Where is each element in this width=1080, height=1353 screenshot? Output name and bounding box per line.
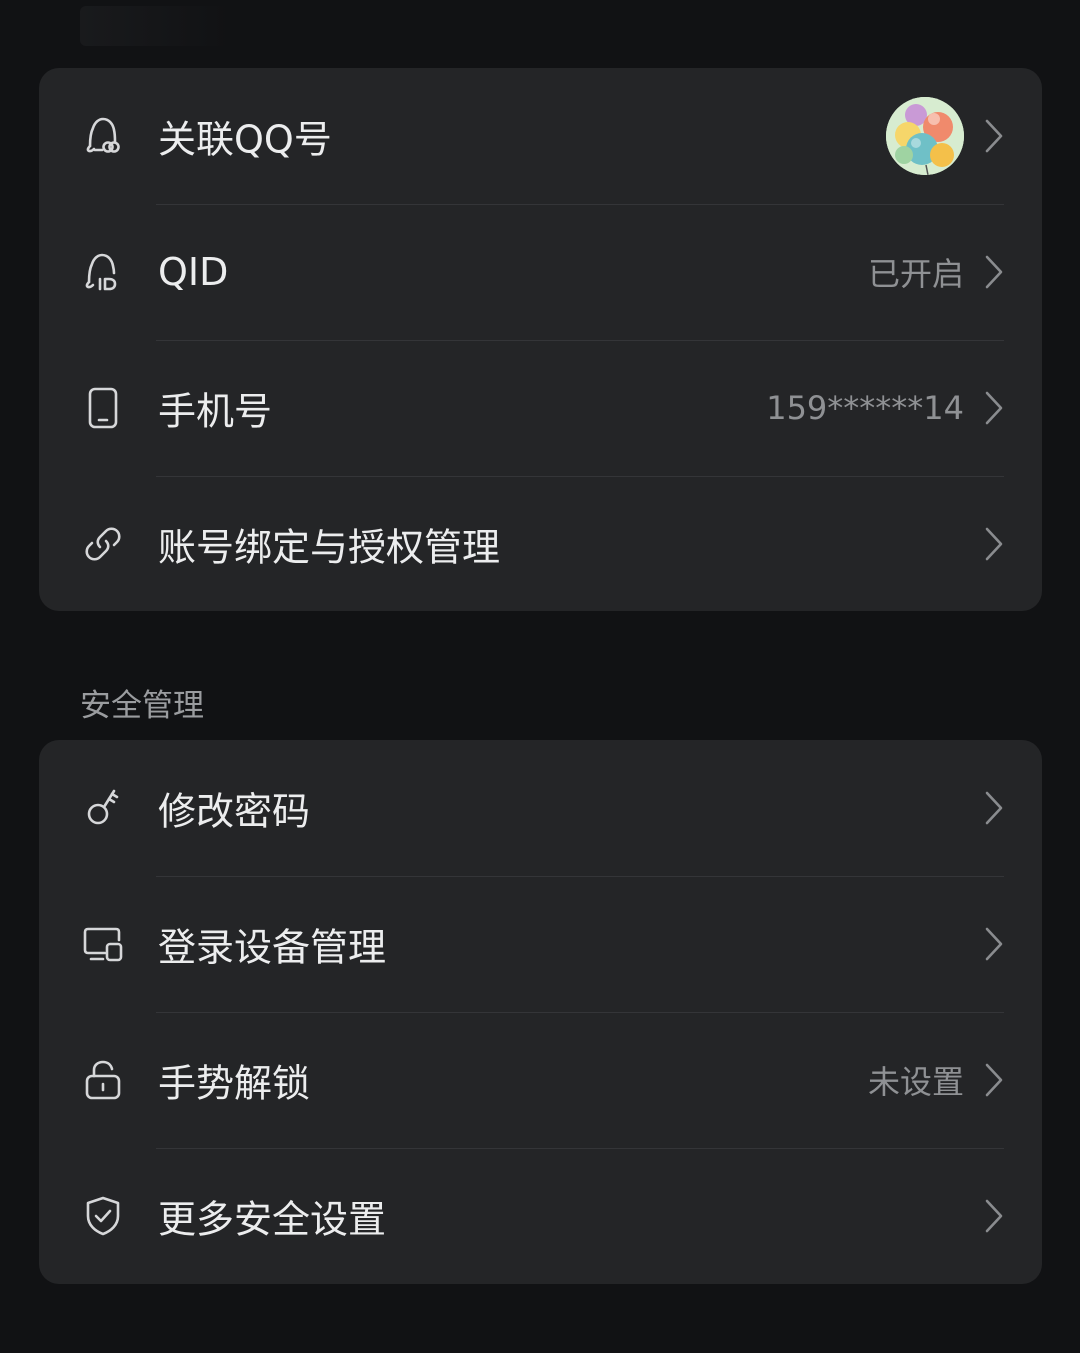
chevron-right-icon <box>984 1198 1004 1234</box>
security-settings-card: 修改密码 登录设备管理 手势解锁 未设置 更多安全设置 <box>39 740 1042 1284</box>
row-value: 159******14 <box>766 389 964 427</box>
settings-row-change-password[interactable]: 修改密码 <box>39 740 1042 876</box>
link-icon <box>81 522 125 566</box>
chevron-right-icon <box>984 118 1004 154</box>
row-value: 已开启 <box>867 255 964 293</box>
settings-row-qid[interactable]: QID 已开启 <box>39 204 1042 340</box>
account-settings-card: 关联QQ号 QID 已开启 手机号 159******14 账号绑定与授权管理 <box>39 68 1042 611</box>
settings-row-linked-qq[interactable]: 关联QQ号 <box>39 68 1042 204</box>
row-label: 修改密码 <box>158 789 311 834</box>
row-label: 账号绑定与授权管理 <box>158 525 501 570</box>
scrolled-header-remnant <box>80 6 230 46</box>
row-label: 手势解锁 <box>158 1061 311 1106</box>
chevron-right-icon <box>984 790 1004 826</box>
settings-row-phone[interactable]: 手机号 159******14 <box>39 340 1042 476</box>
chevron-right-icon <box>984 526 1004 562</box>
chevron-right-icon <box>984 254 1004 290</box>
chevron-right-icon <box>984 1062 1004 1098</box>
devices-icon <box>81 922 125 966</box>
settings-row-account-binding[interactable]: 账号绑定与授权管理 <box>39 476 1042 611</box>
key-icon <box>81 786 125 830</box>
settings-row-login-devices[interactable]: 登录设备管理 <box>39 876 1042 1012</box>
row-label: 更多安全设置 <box>158 1197 387 1242</box>
row-label: 登录设备管理 <box>158 925 387 970</box>
phone-icon <box>81 386 125 430</box>
section-title-security: 安全管理 <box>80 688 204 724</box>
settings-row-gesture-unlock[interactable]: 手势解锁 未设置 <box>39 1012 1042 1148</box>
qq-link-icon <box>81 114 125 158</box>
lock-icon <box>81 1058 125 1102</box>
shield-check-icon <box>81 1194 125 1238</box>
chevron-right-icon <box>984 926 1004 962</box>
row-label: 手机号 <box>158 389 273 434</box>
row-value: 未设置 <box>867 1063 964 1101</box>
row-label: 关联QQ号 <box>158 117 332 162</box>
row-label: QID <box>158 250 229 294</box>
chevron-right-icon <box>984 390 1004 426</box>
user-avatar <box>886 97 964 175</box>
qid-icon <box>81 250 125 294</box>
settings-row-more-security[interactable]: 更多安全设置 <box>39 1148 1042 1284</box>
